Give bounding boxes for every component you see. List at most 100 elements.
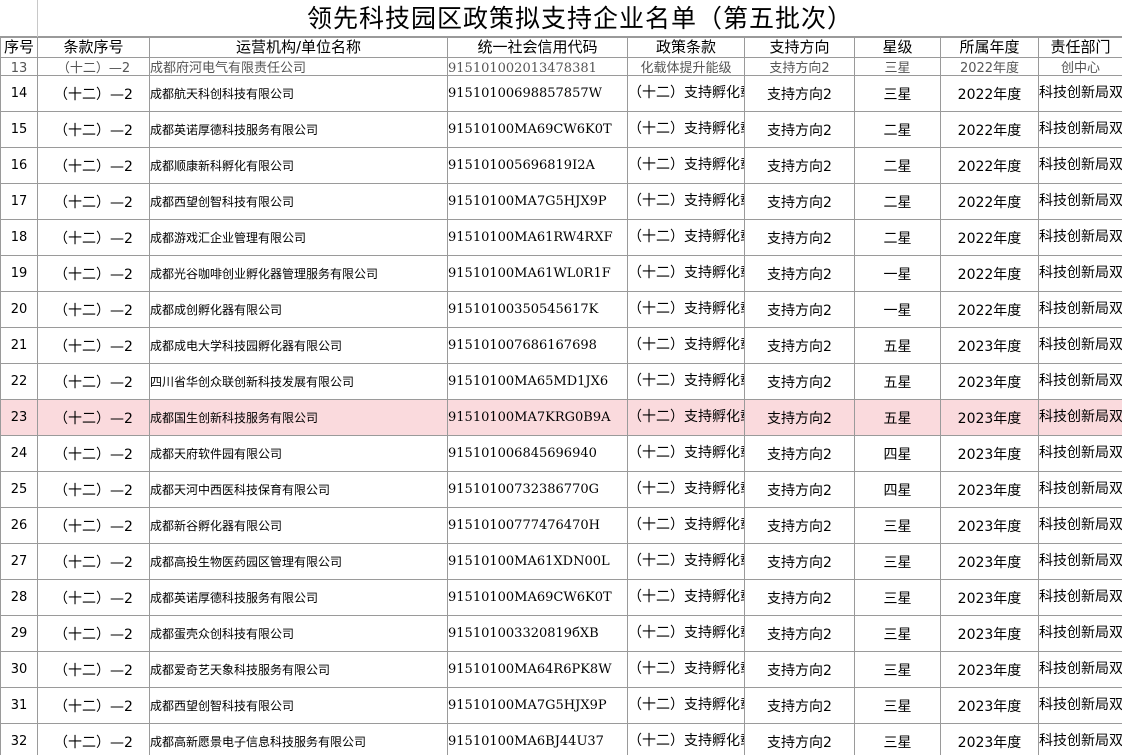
- cell-code[interactable]: 91510100MA61XDN00L: [447, 543, 628, 580]
- cell-star[interactable]: 三星: [854, 579, 941, 616]
- cell-name[interactable]: 成都新谷孵化器有限公司: [149, 507, 448, 544]
- header-code[interactable]: 统一社会信用代码: [447, 37, 628, 58]
- cell-terms[interactable]: （十二）支持孵化载体提升能级: [627, 255, 745, 292]
- cell-star[interactable]: 三星: [854, 57, 941, 76]
- cell-dept[interactable]: 科技创新局双创中心: [1038, 183, 1122, 220]
- cell-clause[interactable]: （十二）—2: [37, 183, 150, 220]
- cell-year[interactable]: 2023年度: [940, 651, 1039, 688]
- cell-direction[interactable]: 支持方向2: [744, 723, 855, 755]
- cell-idx[interactable]: 23: [0, 399, 38, 436]
- cell-name[interactable]: 成都光谷咖啡创业孵化器管理服务有限公司: [149, 255, 448, 292]
- cell-idx[interactable]: 25: [0, 471, 38, 508]
- cell-code[interactable]: 915101003320819бXB: [447, 615, 628, 652]
- cell-year[interactable]: 2022年度: [940, 147, 1039, 184]
- cell-direction[interactable]: 支持方向2: [744, 147, 855, 184]
- cell-code[interactable]: 91510100MA69CW6K0T: [447, 579, 628, 616]
- cell-star[interactable]: 二星: [854, 147, 941, 184]
- header-star[interactable]: 星级: [854, 37, 941, 58]
- cell-clause[interactable]: （十二）—2: [37, 255, 150, 292]
- cell-clause[interactable]: （十二）—2: [37, 543, 150, 580]
- cell-name[interactable]: 成都成创孵化器有限公司: [149, 291, 448, 328]
- cell-idx[interactable]: 16: [0, 147, 38, 184]
- cell-year[interactable]: 2023年度: [940, 471, 1039, 508]
- cell-code[interactable]: 91510100MA7G5HJX9P: [447, 687, 628, 724]
- cell-code[interactable]: 915101002013478381: [447, 57, 628, 76]
- cell-clause[interactable]: （十二）—2: [37, 399, 150, 436]
- cell-idx[interactable]: 32: [0, 723, 38, 755]
- cell-idx[interactable]: 15: [0, 111, 38, 148]
- cell-name[interactable]: 成都英诺厚德科技服务有限公司: [149, 111, 448, 148]
- cell-terms[interactable]: （十二）支持孵化载体提升能级: [627, 219, 745, 256]
- cell-code[interactable]: 91510100MA64R6PK8W: [447, 651, 628, 688]
- cell-idx[interactable]: 29: [0, 615, 38, 652]
- cell-dept[interactable]: 科技创新局双创中心: [1038, 147, 1122, 184]
- cell-idx[interactable]: 19: [0, 255, 38, 292]
- cell-name[interactable]: 成都西望创智科技有限公司: [149, 183, 448, 220]
- cell-direction[interactable]: 支持方向2: [744, 399, 855, 436]
- cell-terms[interactable]: （十二）支持孵化载体提升能级: [627, 399, 745, 436]
- cell-dept[interactable]: 创中心: [1038, 57, 1122, 76]
- cell-code[interactable]: 91510100732386770G: [447, 471, 628, 508]
- cell-direction[interactable]: 支持方向2: [744, 363, 855, 400]
- header-direction[interactable]: 支持方向: [744, 37, 855, 58]
- cell-terms[interactable]: （十二）支持孵化载体提升能级: [627, 723, 745, 755]
- cell-terms[interactable]: （十二）支持孵化载体提升能级: [627, 579, 745, 616]
- cell-star[interactable]: 三星: [854, 687, 941, 724]
- cell-year[interactable]: 2023年度: [940, 363, 1039, 400]
- cell-direction[interactable]: 支持方向2: [744, 435, 855, 472]
- cell-idx[interactable]: 17: [0, 183, 38, 220]
- cell-name[interactable]: 成都天府软件园有限公司: [149, 435, 448, 472]
- cell-clause[interactable]: （十二）—2: [37, 75, 150, 112]
- cell-clause[interactable]: （十二）—2: [37, 579, 150, 616]
- cell-year[interactable]: 2022年度: [940, 219, 1039, 256]
- cell-year[interactable]: 2023年度: [940, 507, 1039, 544]
- cell-clause[interactable]: （十二）—2: [37, 687, 150, 724]
- cell-clause[interactable]: （十二）—2: [37, 723, 150, 755]
- cell-terms[interactable]: （十二）支持孵化载体提升能级: [627, 543, 745, 580]
- cell-year[interactable]: 2022年度: [940, 75, 1039, 112]
- cell-direction[interactable]: 支持方向2: [744, 543, 855, 580]
- cell-idx[interactable]: 18: [0, 219, 38, 256]
- cell-code[interactable]: 915101007686167698: [447, 327, 628, 364]
- header-year[interactable]: 所属年度: [940, 37, 1039, 58]
- cell-direction[interactable]: 支持方向2: [744, 255, 855, 292]
- cell-code[interactable]: 91510100MA7KRG0B9A: [447, 399, 628, 436]
- cell-direction[interactable]: 支持方向2: [744, 75, 855, 112]
- cell-year[interactable]: 2023年度: [940, 399, 1039, 436]
- cell-name[interactable]: 成都顺康新科孵化有限公司: [149, 147, 448, 184]
- cell-name[interactable]: 成都高投生物医药园区管理有限公司: [149, 543, 448, 580]
- cell-idx[interactable]: 30: [0, 651, 38, 688]
- cell-idx[interactable]: 31: [0, 687, 38, 724]
- cell-name[interactable]: 成都府河电气有限责任公司: [149, 57, 448, 76]
- cell-terms[interactable]: 化载体提升能级: [627, 57, 745, 76]
- cell-star[interactable]: 四星: [854, 435, 941, 472]
- cell-clause[interactable]: （十二）—2: [37, 651, 150, 688]
- cell-terms[interactable]: （十二）支持孵化载体提升能级: [627, 327, 745, 364]
- cell-clause[interactable]: （十二）—2: [37, 471, 150, 508]
- cell-idx[interactable]: 27: [0, 543, 38, 580]
- header-idx[interactable]: 序号: [0, 37, 38, 58]
- header-terms[interactable]: 政策条款: [627, 37, 745, 58]
- cell-direction[interactable]: 支持方向2: [744, 615, 855, 652]
- cell-dept[interactable]: 科技创新局双创中心: [1038, 255, 1122, 292]
- cell-idx[interactable]: 22: [0, 363, 38, 400]
- cell-clause[interactable]: （十二）—2: [37, 111, 150, 148]
- cell-star[interactable]: 四星: [854, 471, 941, 508]
- cell-star[interactable]: 三星: [854, 615, 941, 652]
- cell-dept[interactable]: 科技创新局双创中心: [1038, 651, 1122, 688]
- cell-dept[interactable]: 科技创新局双创中心: [1038, 723, 1122, 755]
- cell-code[interactable]: 91510100MA65MD1JX6: [447, 363, 628, 400]
- cell-name[interactable]: 成都国生创新科技服务有限公司: [149, 399, 448, 436]
- cell-name[interactable]: 成都蛋壳众创科技有限公司: [149, 615, 448, 652]
- cell-direction[interactable]: 支持方向2: [744, 291, 855, 328]
- cell-terms[interactable]: （十二）支持孵化载体提升能级: [627, 615, 745, 652]
- cell-dept[interactable]: 科技创新局双创中心: [1038, 507, 1122, 544]
- cell-star[interactable]: 五星: [854, 327, 941, 364]
- cell-dept[interactable]: 科技创新局双创中心: [1038, 687, 1122, 724]
- cell-terms[interactable]: （十二）支持孵化载体提升能级: [627, 507, 745, 544]
- cell-dept[interactable]: 科技创新局双创中心: [1038, 615, 1122, 652]
- header-dept[interactable]: 责任部门: [1038, 37, 1122, 58]
- cell-year[interactable]: 2022年度: [940, 255, 1039, 292]
- cell-dept[interactable]: 科技创新局双创中心: [1038, 435, 1122, 472]
- cell-idx[interactable]: 24: [0, 435, 38, 472]
